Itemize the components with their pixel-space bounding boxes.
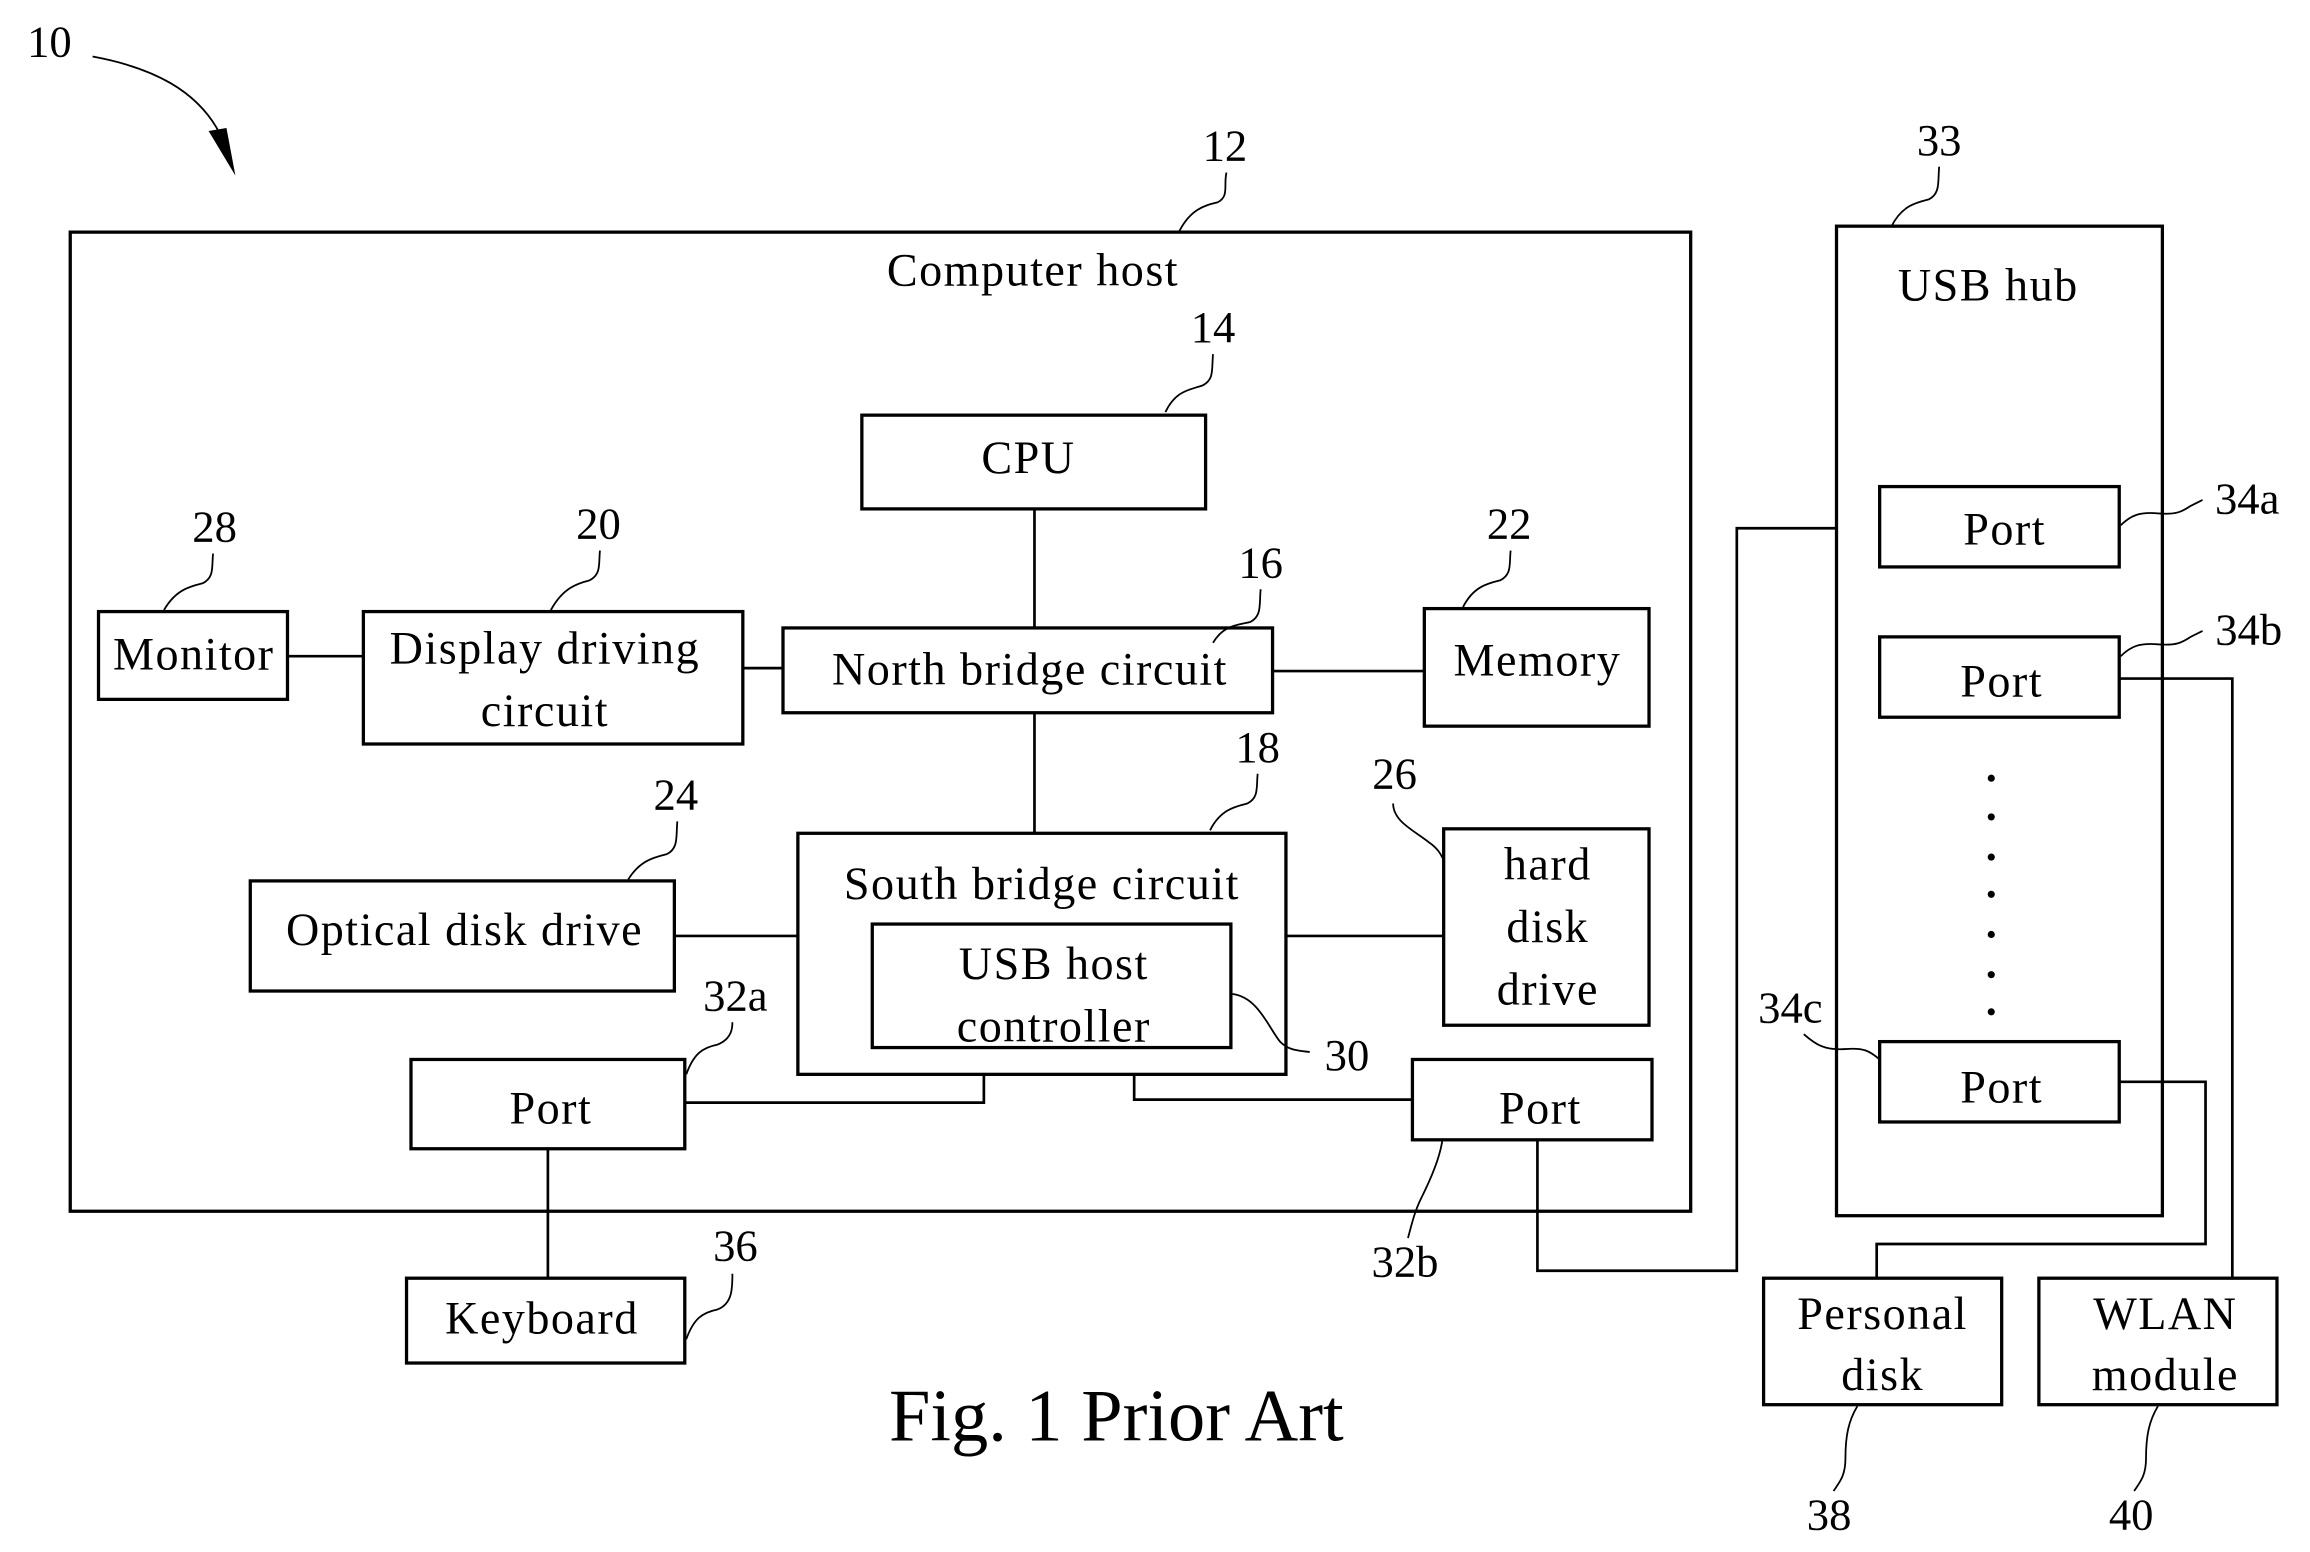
hub-port-34a-label: Port (1963, 504, 2046, 555)
keyboard-ref: 36 (713, 1220, 758, 1270)
wlan-module-ref: 40 (2109, 1490, 2154, 1540)
ellipsis-dot (1987, 930, 1995, 939)
personal-disk-label-line1: Personal (1797, 1288, 1968, 1339)
keyboard-label: Keyboard (445, 1292, 639, 1343)
wlan-module-block: WLAN module 40 (2037, 1276, 2279, 1540)
keyboard-leader (685, 1273, 734, 1340)
usb-host-controller-label-line1: USB host (959, 938, 1149, 989)
north-bridge-ref: 16 (1238, 537, 1283, 587)
wlan-module-label-line1: WLAN (2093, 1288, 2237, 1339)
ellipsis-dot (1987, 971, 1995, 979)
personal-disk-label-line2: disk (1841, 1349, 1924, 1400)
usb-system-block-diagram: 10 Computer host 12 CPU 14 North bridge … (27, 17, 2282, 1540)
wlan-module-label-line2: module (2092, 1349, 2239, 1400)
display-driving-circuit-label-line2: circuit (481, 685, 609, 736)
monitor-ref: 28 (192, 502, 237, 552)
usb-hub-leader (1890, 166, 1941, 227)
cpu-label: CPU (981, 432, 1075, 483)
hub-port-34c-label: Port (1960, 1062, 2043, 1113)
ellipsis-dot (1987, 853, 1995, 861)
personal-disk-block: Personal disk 38 (1761, 1276, 2004, 1540)
hard-disk-drive-label-line2: disk (1506, 901, 1589, 952)
wlan-module-leader (2133, 1405, 2159, 1492)
arrow-head-icon (208, 127, 236, 176)
hard-disk-drive-label-line1: hard (1504, 838, 1592, 889)
memory-ref: 22 (1487, 499, 1532, 549)
ellipsis-dot (1987, 774, 1995, 782)
usb-host-controller-label-line2: controller (957, 1001, 1151, 1052)
south-bridge-ref: 18 (1235, 722, 1280, 772)
personal-disk-ref: 38 (1807, 1490, 1852, 1540)
hard-disk-drive-ref: 26 (1372, 749, 1417, 799)
north-bridge-label: North bridge circuit (832, 643, 1228, 694)
port-32b-ref: 32b (1372, 1237, 1439, 1287)
personal-disk-leader (1832, 1405, 1859, 1492)
monitor-label: Monitor (113, 629, 275, 680)
display-driving-circuit-label-line1: Display driving (390, 623, 700, 674)
usb-host-controller-ref: 30 (1325, 1030, 1370, 1080)
hub-port-34b-label: Port (1960, 655, 2043, 706)
south-bridge-label: South bridge circuit (844, 858, 1240, 909)
computer-host-ref: 12 (1203, 121, 1248, 171)
usb-hub: USB hub 33 Port 34a Port 34b Port 34c (1758, 115, 2282, 1218)
port-32a-ref: 32a (703, 970, 768, 1020)
ellipsis-dot (1987, 813, 1995, 821)
computer-host-leader (1178, 172, 1228, 233)
figure-caption: Fig. 1 Prior Art (889, 1375, 1344, 1457)
cpu-ref: 14 (1191, 302, 1236, 352)
hub-port-34b-ref: 34b (2215, 604, 2282, 654)
hard-disk-drive-label-line3: drive (1497, 963, 1599, 1014)
ellipsis-dot (1987, 1008, 1995, 1016)
keyboard-block: Keyboard 36 (404, 1220, 758, 1365)
usb-hub-title: USB hub (1898, 260, 2079, 311)
usb-hub-ref: 33 (1917, 115, 1962, 165)
memory-label: Memory (1454, 635, 1622, 686)
ellipsis-dot (1987, 890, 1995, 898)
hub-port-34c-ref: 34c (1758, 982, 1822, 1032)
computer-host-title: Computer host (887, 245, 1179, 296)
optical-disk-drive-ref: 24 (654, 769, 699, 819)
optical-disk-drive-label: Optical disk drive (286, 904, 643, 955)
display-driving-circuit-ref: 20 (576, 499, 621, 549)
system-ref-label: 10 (27, 17, 72, 67)
port-32b-label: Port (1499, 1082, 1582, 1133)
system-ref-leader (92, 55, 225, 142)
port-32a-label: Port (509, 1082, 592, 1133)
hub-port-34a-ref: 34a (2215, 473, 2280, 523)
